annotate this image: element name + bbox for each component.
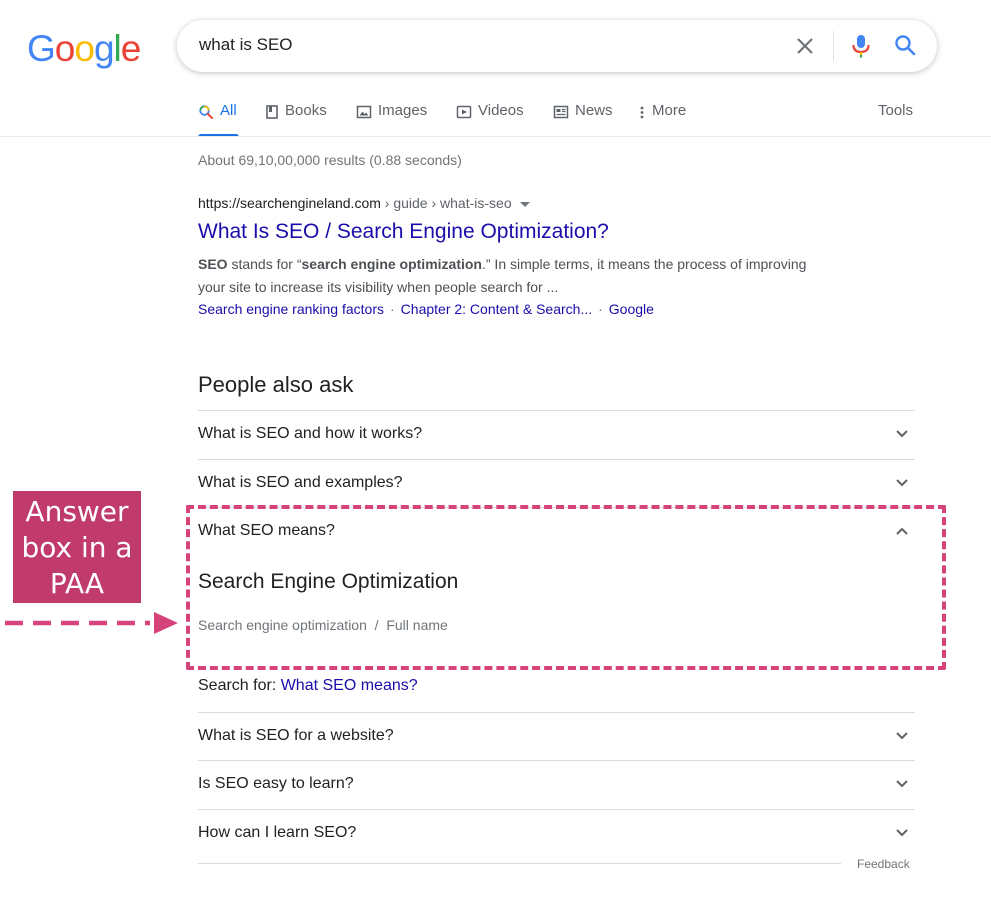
paa-question-text: What is SEO and examples?	[198, 474, 403, 491]
logo-letter: e	[120, 28, 142, 69]
more-vertical-icon	[640, 106, 644, 119]
chevron-down-icon	[896, 732, 908, 740]
divider	[833, 31, 834, 61]
tab-label: News	[575, 102, 613, 119]
search-icon	[199, 105, 213, 119]
image-icon	[356, 105, 372, 119]
video-icon	[456, 105, 472, 119]
logo-letter: o	[74, 28, 95, 69]
callout-line: box in a	[21, 531, 133, 564]
feedback-link[interactable]: Feedback	[857, 857, 910, 871]
tab-more[interactable]: More	[638, 102, 686, 136]
logo-letter: o	[54, 28, 76, 69]
paa-question[interactable]: What is SEO and how it works?	[198, 410, 915, 459]
tab-label: More	[652, 102, 687, 119]
search-icon[interactable]	[893, 33, 917, 57]
tools-button[interactable]: Tools	[878, 102, 913, 119]
tab-all[interactable]: All	[198, 102, 237, 136]
chevron-down-icon[interactable]	[519, 201, 530, 207]
snippet-text: stands for “	[227, 256, 302, 272]
chevron-down-icon	[896, 479, 908, 487]
search-box[interactable]: what is SEO	[177, 20, 937, 72]
paa-question[interactable]: What is SEO for a website?	[198, 712, 915, 761]
sitelink[interactable]: Chapter 2: Content & Search...	[401, 301, 592, 317]
chevron-down-icon	[896, 780, 908, 788]
search-for: Search for: What SEO means?	[198, 677, 418, 695]
tab-label: All	[220, 102, 237, 119]
result-url[interactable]: https://searchengineland.com › guide › w…	[198, 195, 530, 211]
chevron-down-icon	[896, 430, 908, 438]
tab-books[interactable]: Books	[265, 102, 327, 136]
snippet-bold: search engine optimization	[301, 256, 482, 272]
paa-question[interactable]: Is SEO easy to learn?	[198, 760, 915, 809]
result-breadcrumb: › guide › what-is-seo	[380, 195, 512, 211]
result-title-link[interactable]: What Is SEO / Search Engine Optimization…	[198, 220, 609, 244]
paa-question[interactable]: How can I learn SEO?	[198, 809, 915, 858]
paa-question-text: What is SEO and how it works?	[198, 425, 423, 442]
sitelink[interactable]: Google	[609, 301, 654, 317]
callout-line: PAA	[49, 567, 105, 600]
tab-news[interactable]: News	[553, 102, 613, 136]
annotation-callout: Answer box in a PAA	[13, 491, 141, 603]
annotation-arrow-icon	[5, 612, 178, 634]
tab-videos[interactable]: Videos	[456, 102, 524, 136]
result-domain: https://searchengineland.com	[198, 195, 381, 211]
header-divider	[0, 136, 991, 137]
paa-heading: People also ask	[198, 372, 354, 397]
separator: ·	[598, 301, 603, 317]
paa-bottom-divider	[198, 863, 841, 864]
tab-images[interactable]: Images	[356, 102, 427, 136]
tab-label: Images	[378, 102, 428, 119]
sitelinks: Search engine ranking factors · Chapter 2:…	[198, 301, 654, 317]
google-logo[interactable]: Google	[27, 28, 142, 70]
logo-letter: g	[93, 28, 115, 69]
book-icon	[266, 105, 278, 119]
tab-label: Books	[285, 102, 327, 119]
separator: ·	[390, 301, 395, 317]
microphone-icon[interactable]	[849, 33, 873, 59]
result-snippet: SEO stands for “search engine optimizati…	[198, 253, 808, 299]
logo-letter: l	[113, 28, 122, 69]
logo-letter: G	[27, 28, 56, 69]
paa-question-text: What is SEO for a website?	[198, 727, 394, 744]
close-icon[interactable]	[793, 34, 817, 58]
result-stats: About 69,10,00,000 results (0.88 seconds…	[198, 152, 462, 168]
sitelink[interactable]: Search engine ranking factors	[198, 301, 384, 317]
snippet-bold: SEO	[198, 256, 228, 272]
callout-line: Answer	[25, 495, 129, 528]
tab-label: Videos	[478, 102, 524, 119]
annotation-highlight-box	[186, 505, 946, 670]
search-for-label: Search for:	[198, 677, 281, 694]
paa-question[interactable]: What is SEO and examples?	[198, 459, 915, 508]
chevron-down-icon	[896, 829, 908, 837]
search-input[interactable]: what is SEO	[199, 35, 293, 55]
paa-question-text: How can I learn SEO?	[198, 824, 357, 841]
paa-question-text: Is SEO easy to learn?	[198, 775, 354, 792]
news-icon	[553, 105, 569, 119]
search-for-link[interactable]: What SEO means?	[281, 677, 418, 694]
